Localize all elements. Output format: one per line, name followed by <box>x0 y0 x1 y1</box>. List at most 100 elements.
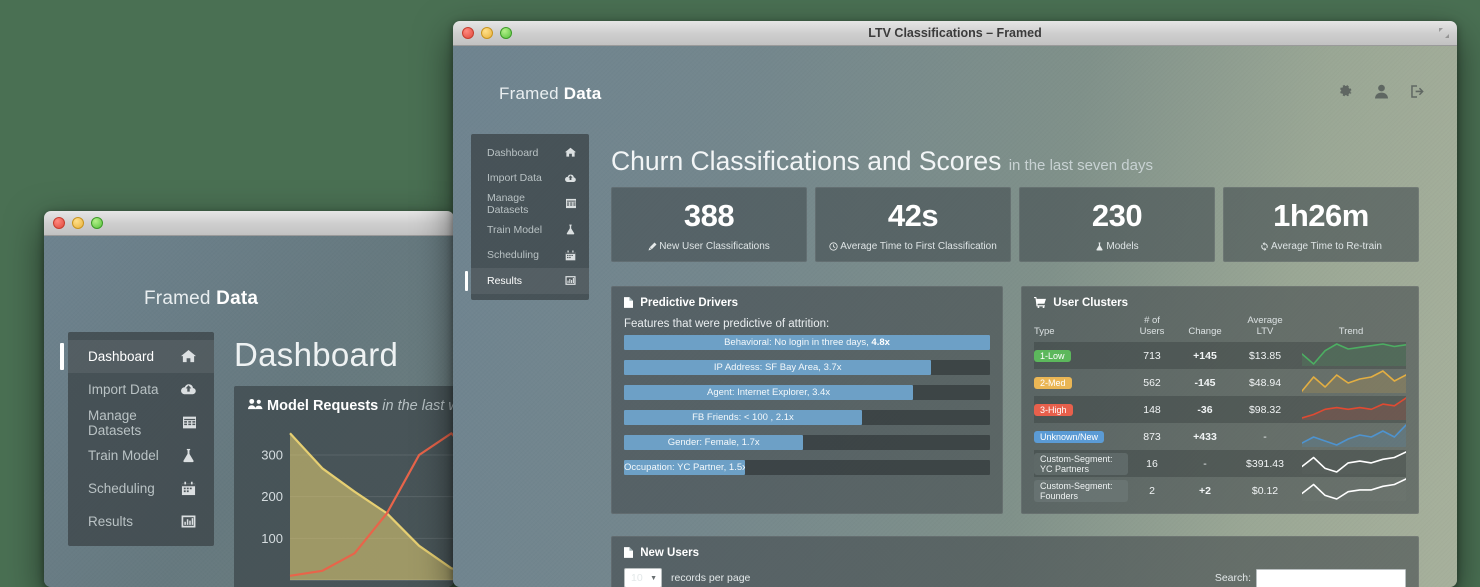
ltv-classifications-window[interactable]: LTV Classifications – Framed Framed Data… <box>453 21 1457 587</box>
records-per-page-select[interactable]: 10 ▼ <box>624 568 662 587</box>
search-group: Search: <box>1214 568 1406 587</box>
cluster-change-cell: - <box>1203 457 1207 470</box>
model-requests-title: Model Requests <box>267 398 379 414</box>
driver-bar-track: Agent: Internet Explorer, 3.4x <box>624 385 990 400</box>
model-requests-card: Model Requests in the last week 100 200 30… <box>234 386 454 587</box>
front-window-title: LTV Classifications – Framed <box>868 26 1042 40</box>
cluster-users-cell: 562 <box>1143 376 1161 389</box>
cluster-row: Custom-Segment: YC Partners 16 - $391.43 <box>1034 450 1407 477</box>
front-sidebar-nav[interactable]: Dashboard Import Data Manage Datasets Train… <box>465 134 589 300</box>
driver-bar-track: FB Friends: < 100 , 2.1x <box>624 410 990 425</box>
cluster-ltv-cell: $13.85 <box>1248 349 1282 362</box>
cluster-trend-cell <box>1296 369 1407 396</box>
cluster-type-cell: Custom-Segment: Founders <box>1034 477 1128 504</box>
back-window-titlebar[interactable] <box>44 211 454 236</box>
back-window-traffic-lights[interactable] <box>53 217 103 229</box>
stat-value: 230 <box>1091 198 1143 233</box>
minimize-button[interactable] <box>481 27 493 39</box>
sidebar-item-import-data[interactable]: Import Data <box>68 373 214 406</box>
predictive-drivers-lead: Features that were predictive of attriti… <box>624 318 830 330</box>
sidebar-item-label: Manage Datasets <box>487 191 529 216</box>
driver-bar-track: Occupation: YC Partner, 1.5x <box>624 460 990 475</box>
maximize-button[interactable] <box>500 27 512 39</box>
stat-value: 1h26m <box>1273 198 1369 233</box>
back-sidebar-nav[interactable]: Dashboard Import Data Manage Datasets Train… <box>60 332 214 546</box>
front-app-brand: Framed Data <box>499 84 601 104</box>
sidebar-item-manage-datasets[interactable]: Manage Datasets <box>471 191 589 217</box>
header-actions[interactable] <box>1338 84 1425 99</box>
refresh-icon <box>1261 241 1268 251</box>
sidebar-item-label: Import Data <box>487 172 542 185</box>
cluster-type-badge: Custom-Segment: Founders <box>1034 479 1128 502</box>
stat-value: 42s <box>887 198 939 233</box>
svg-text:100: 100 <box>261 531 283 546</box>
sidebar-item-dashboard[interactable]: Dashboard <box>471 140 589 166</box>
sidebar-item-label: Dashboard <box>487 146 539 159</box>
close-button[interactable] <box>53 217 65 229</box>
cluster-users-cell: 16 <box>1146 457 1158 470</box>
cluster-type-badge: 3-High <box>1034 403 1073 416</box>
records-per-page-value: 10 <box>631 572 643 584</box>
dashboard-window[interactable]: Framed Data Dashboard Import Data Manage D… <box>44 211 454 587</box>
sidebar-item-train-model[interactable]: Train Model <box>471 217 589 243</box>
cluster-users-cell: 873 <box>1143 430 1161 443</box>
cluster-change-cell: +145 <box>1193 349 1217 362</box>
user-clusters-title: User Clusters <box>1053 297 1128 309</box>
cluster-ltv-cell: - <box>1263 430 1267 443</box>
maximize-button[interactable] <box>91 217 103 229</box>
stat-label: New User Classifications <box>616 241 802 252</box>
bar-chart-icon <box>181 515 196 528</box>
bar-chart-icon <box>565 276 576 286</box>
fullscreen-icon[interactable] <box>1438 27 1450 39</box>
sidebar-item-label: Train Model <box>487 223 543 236</box>
cluster-type-cell: 1-Low <box>1034 342 1128 369</box>
sidebar-item-manage-datasets[interactable]: Manage Datasets <box>68 406 214 439</box>
close-button[interactable] <box>462 27 474 39</box>
cluster-trend-cell <box>1296 396 1407 423</box>
front-window-traffic-lights[interactable] <box>462 27 512 39</box>
sidebar-item-scheduling[interactable]: Scheduling <box>471 242 589 268</box>
stat-card: 230 Models <box>1019 187 1215 262</box>
brand-light: Framed <box>499 84 559 103</box>
records-per-page-group: 10 ▼ records per page <box>624 568 750 587</box>
user-clusters-header: User Clusters <box>1034 297 1406 309</box>
sidebar-item-dashboard[interactable]: Dashboard <box>60 340 214 373</box>
sidebar-item-import-data[interactable]: Import Data <box>471 166 589 192</box>
minimize-button[interactable] <box>72 217 84 229</box>
sidebar-item-label: Scheduling <box>88 481 155 496</box>
cluster-trend-cell <box>1296 342 1407 369</box>
cluster-type-badge: Custom-Segment: YC Partners <box>1034 452 1128 475</box>
sidebar-item-label: Results <box>487 274 523 287</box>
sidebar-item-scheduling[interactable]: Scheduling <box>68 472 214 505</box>
user-clusters-body: 1-Low 713 +145 $13.85 2-Med 562 -145 $48.94 3-Hi… <box>1034 342 1407 504</box>
driver-bar: FB Friends: < 100 , 2.1x <box>624 410 862 425</box>
table-grid-icon <box>182 416 196 429</box>
cluster-ltv-cell: $98.32 <box>1248 403 1282 416</box>
predictive-drivers-header: Predictive Drivers <box>624 297 990 309</box>
predictive-drivers-title: Predictive Drivers <box>640 297 739 309</box>
model-requests-subtitle: in the last week <box>382 398 454 414</box>
cluster-col-header: Trend <box>1338 326 1364 337</box>
cluster-ltv-cell: $391.43 <box>1246 457 1284 470</box>
cluster-row: 2-Med 562 -145 $48.94 <box>1034 369 1407 396</box>
cluster-type-cell: Custom-Segment: YC Partners <box>1034 450 1128 477</box>
cloud-upload-icon <box>565 174 576 182</box>
page-title: Churn Classifications and Scores in the … <box>611 146 1153 177</box>
sidebar-item-train-model[interactable]: Train Model <box>68 439 214 472</box>
user-icon[interactable] <box>1375 84 1388 99</box>
logout-icon[interactable] <box>1410 84 1425 99</box>
cluster-change-cell: +2 <box>1199 484 1211 497</box>
cluster-change-cell: -36 <box>1197 403 1213 416</box>
front-window-titlebar[interactable]: LTV Classifications – Framed <box>453 21 1457 46</box>
chevron-down-icon: ▼ <box>650 574 657 582</box>
sidebar-item-label: Dashboard <box>88 349 155 364</box>
model-requests-header: Model Requests in the last week <box>248 398 454 414</box>
sidebar-item-results[interactable]: Results <box>465 267 589 294</box>
search-input[interactable] <box>1256 568 1406 587</box>
gear-icon[interactable] <box>1338 84 1353 99</box>
search-label: Search: <box>1214 572 1251 584</box>
cluster-ltv-cell: $48.94 <box>1248 376 1282 389</box>
trend-sparkline <box>1301 478 1407 500</box>
sidebar-item-results[interactable]: Results <box>68 505 214 538</box>
new-users-title: New Users <box>640 547 700 559</box>
